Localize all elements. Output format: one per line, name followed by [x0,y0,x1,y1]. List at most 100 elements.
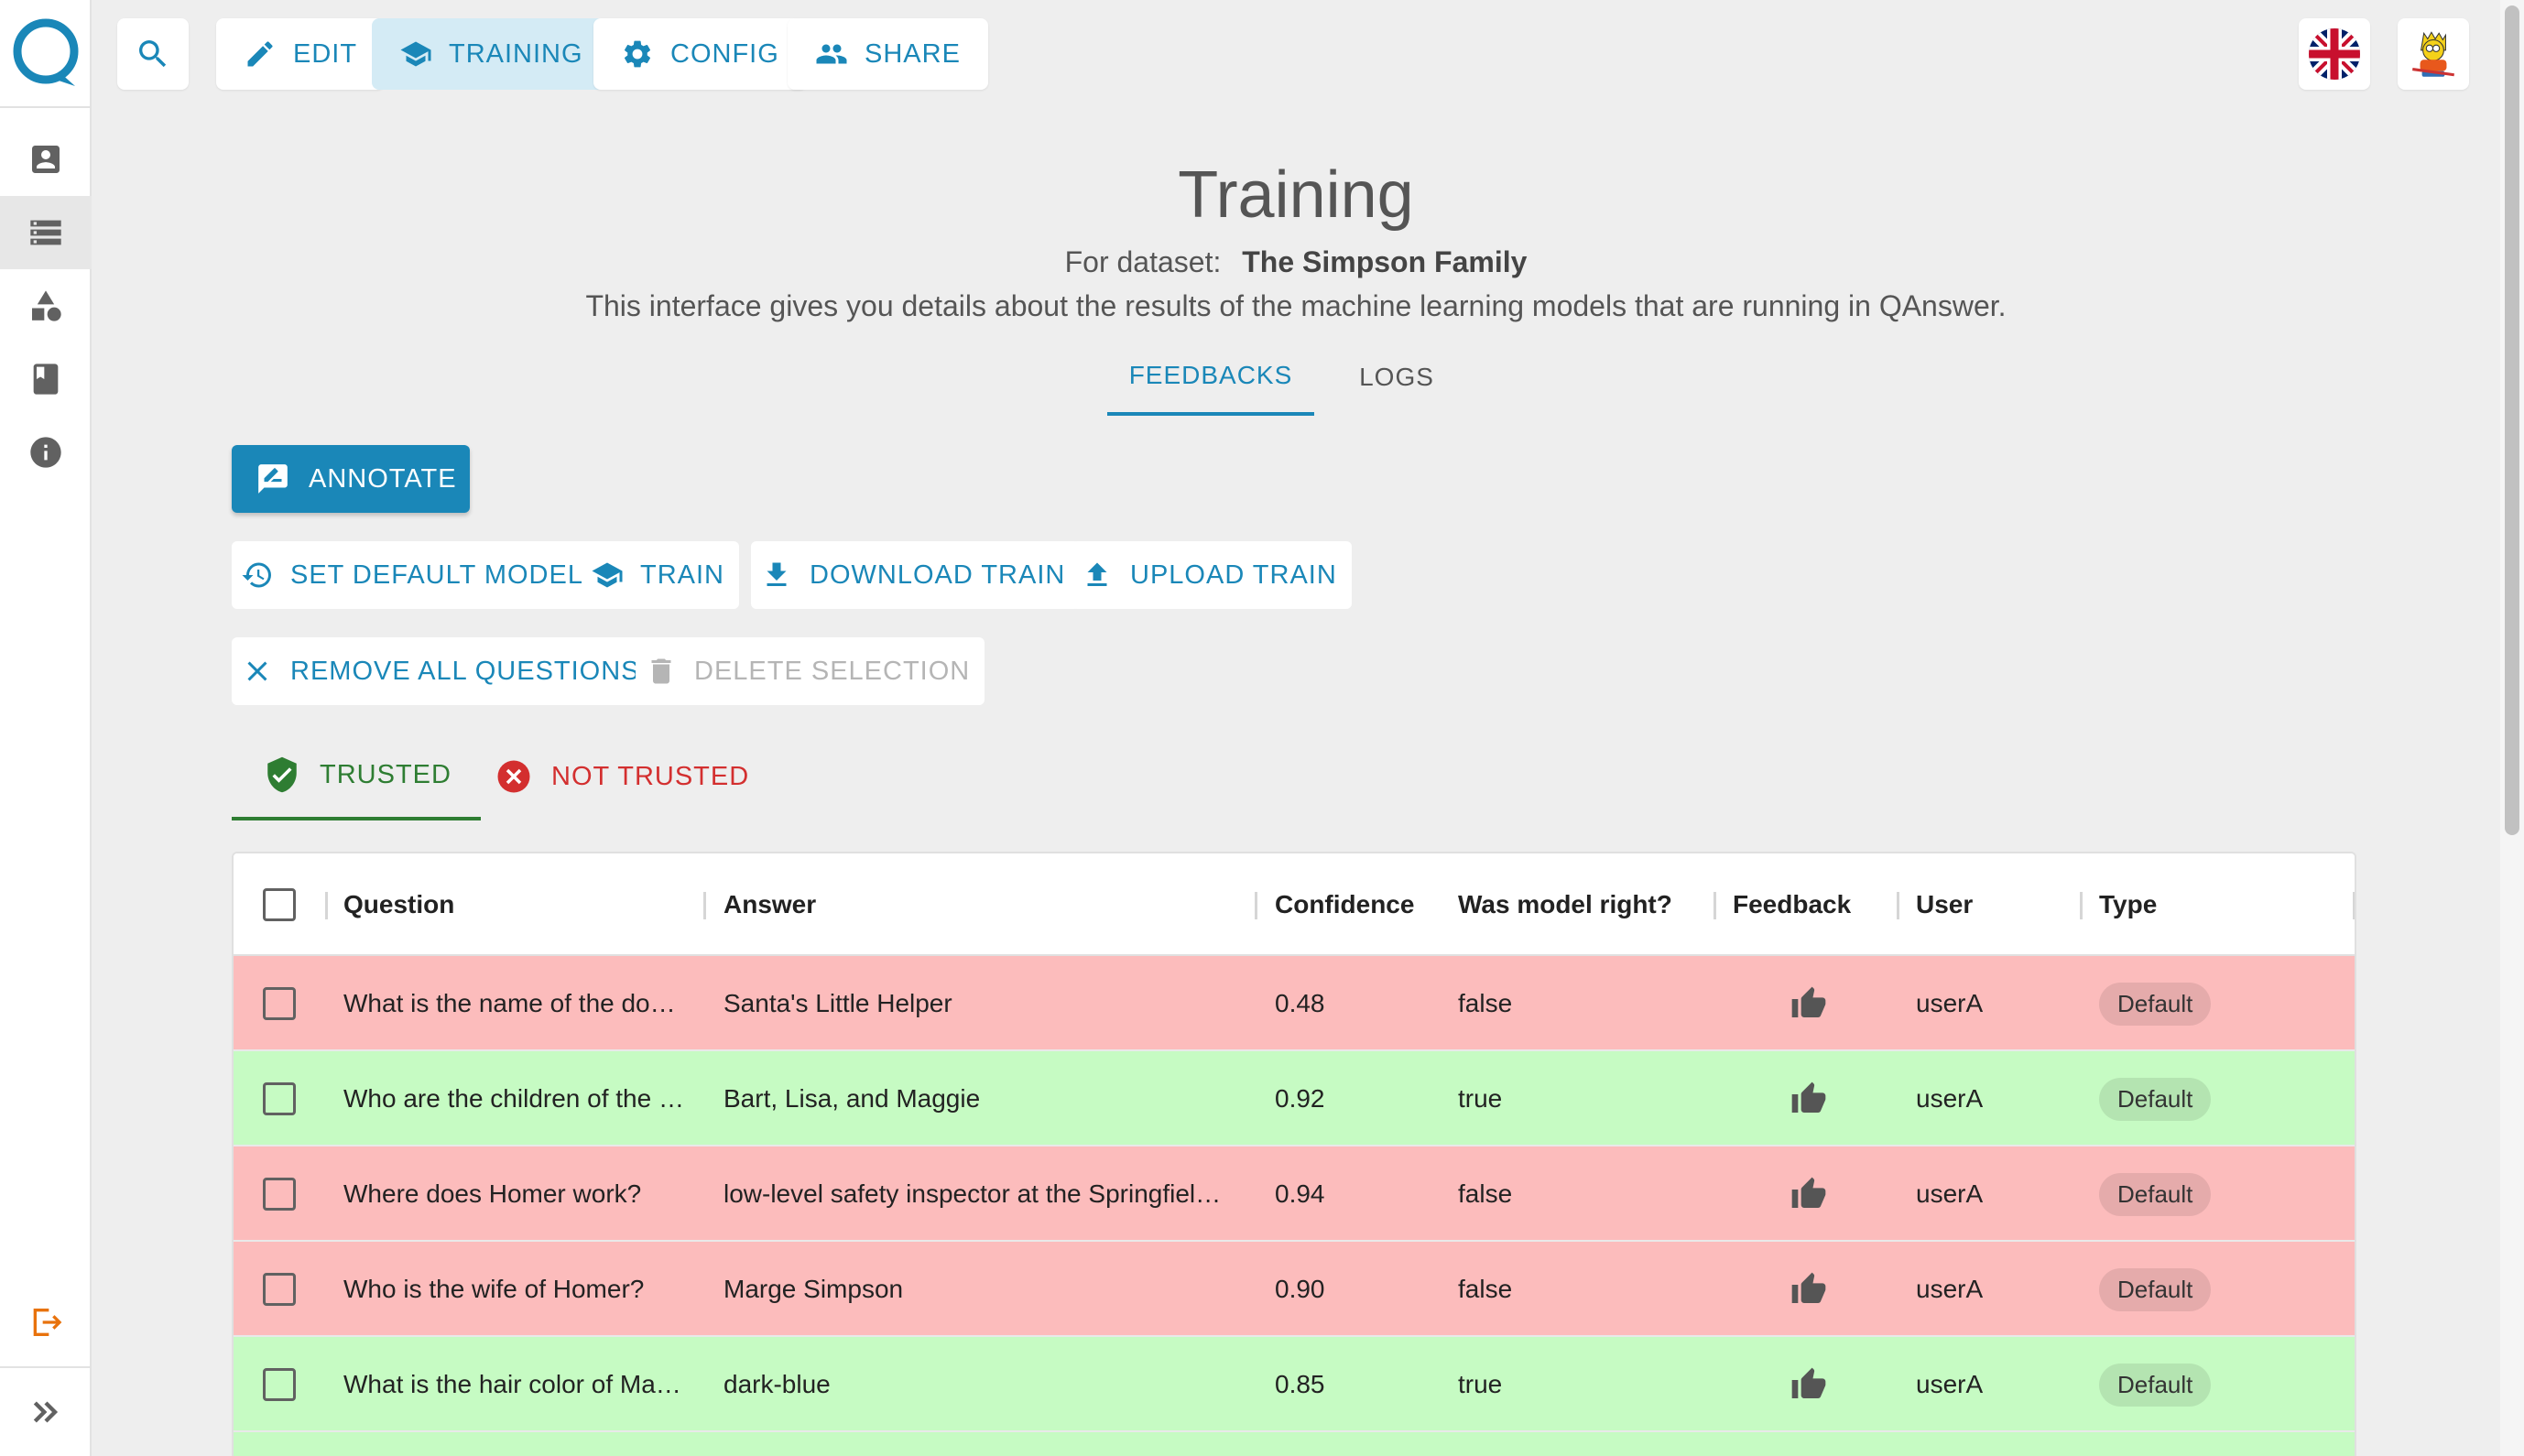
edit-button[interactable]: EDIT [216,18,386,90]
delete-selection-button[interactable]: DELETE SELECTION [636,637,985,705]
type-chip: Default [2099,982,2212,1026]
cell-user: userA [1916,1179,1984,1208]
column-header-feedback[interactable]: Feedback [1733,853,1851,956]
sidebar-divider [0,106,92,108]
cell-type: Default [2099,1146,2212,1242]
table-row-partial[interactable] [234,1432,2355,1456]
sidebar-item-book[interactable] [0,342,92,416]
cell-answer: dark-blue [723,1370,831,1398]
not-trusted-label: NOT TRUSTED [551,761,750,791]
column-header-user[interactable]: User [1916,853,1973,956]
info-icon [30,437,61,468]
column-separator [325,892,328,919]
table-row[interactable]: Who is the wife of Homer? Marge Simpson … [234,1242,2355,1337]
type-chip: Default [2099,1172,2212,1216]
training-button[interactable]: TRAINING [372,18,611,90]
cell-feedback [1790,1146,1827,1242]
cell-answer: Marge Simpson [723,1275,904,1303]
page-scrollbar-thumb[interactable] [2505,5,2519,835]
table-header: Question Answer Confidence Was model rig… [234,853,2355,956]
cell-answer: Santa's Little Helper [723,989,952,1017]
logout-icon [33,1309,62,1336]
cell-was-model-right: true [1458,1370,1503,1398]
trash-icon [651,658,671,684]
tab-logs[interactable]: LOGS [1337,339,1456,416]
row-checkbox[interactable] [263,1178,296,1211]
page-description: This interface gives you details about t… [585,289,2007,322]
cell-was-model-right: false [1458,1275,1513,1303]
config-label: CONFIG [670,38,779,69]
column-separator [1713,892,1716,919]
tab-feedbacks[interactable]: FEEDBACKS [1107,339,1314,416]
qanswer-logo[interactable] [11,16,81,88]
account-box-icon [32,146,60,173]
download-train-label: DOWNLOAD TRAIN [810,560,1066,590]
row-checkbox[interactable] [263,1368,296,1401]
annotate-button[interactable]: ANNOTATE [232,445,470,513]
config-button[interactable]: CONFIG [593,18,807,90]
logout-button[interactable] [0,1286,92,1359]
sidebar-item-info[interactable] [0,416,92,489]
table-row[interactable]: What is the name of the do… Santa's Litt… [234,956,2355,1051]
expand-sidebar-button[interactable] [0,1375,92,1449]
type-chip: Default [2099,1363,2212,1407]
cell-confidence: 0.48 [1275,989,1325,1017]
avatar [2412,31,2454,77]
search-button[interactable] [117,18,189,90]
column-separator [1255,892,1257,919]
cell-user: userA [1916,1370,1984,1398]
column-header-confidence[interactable]: Confidence [1275,853,1414,956]
trusted-label: TRUSTED [320,759,451,789]
cell-type: Default [2099,1051,2212,1146]
set-default-model-button[interactable]: SET DEFAULT MODEL [232,541,598,609]
cell-question: What is the hair color of Ma… [343,1370,681,1398]
user-avatar-button[interactable] [2398,18,2469,90]
tab-not-trusted[interactable]: NOT TRUSTED [495,733,749,820]
upload-train-button[interactable]: UPLOAD TRAIN [1072,541,1352,609]
sidebar [0,0,92,1456]
cell-answer: low-level safety inspector at the Spring… [723,1179,1222,1208]
delete-selection-label: DELETE SELECTION [694,656,971,686]
cell-user: userA [1916,989,1984,1017]
train-button[interactable]: TRAIN [582,541,739,609]
tab-trusted[interactable]: TRUSTED [232,733,481,820]
cell-was-model-right: false [1458,1179,1513,1208]
thumb-up-icon [1791,1081,1826,1113]
cell-question: Who is the wife of Homer? [343,1275,645,1303]
column-header-was-model-right[interactable]: Was model right? [1458,853,1672,956]
sidebar-item-shapes[interactable] [0,269,92,342]
table-row[interactable]: Who are the children of the … Bart, Lisa… [234,1051,2355,1146]
table-row[interactable]: Where does Homer work? low-level safety … [234,1146,2355,1242]
column-header-answer[interactable]: Answer [723,853,816,956]
cell-confidence: 0.85 [1275,1370,1325,1398]
language-button[interactable] [2299,18,2370,90]
share-button[interactable]: SHARE [788,18,988,90]
sidebar-item-profile[interactable] [0,123,92,196]
remove-all-questions-button[interactable]: REMOVE ALL QUESTIONS [232,637,655,705]
page-title: Training [1178,158,1414,232]
download-train-button[interactable]: DOWNLOAD TRAIN [751,541,1081,609]
row-checkbox[interactable] [263,1273,296,1306]
column-header-question[interactable]: Question [343,853,454,956]
cell-type: Default [2099,1337,2212,1432]
edit-label: EDIT [293,38,358,69]
close-icon [247,661,267,681]
thumb-up-icon [1791,1177,1826,1208]
table-row[interactable]: What is the hair color of Ma… dark-blue … [234,1337,2355,1432]
row-checkbox[interactable] [263,1082,296,1115]
cell-feedback [1790,1337,1827,1432]
column-header-type[interactable]: Type [2099,853,2157,956]
row-checkbox[interactable] [263,987,296,1020]
cell-question: Who are the children of the … [343,1084,684,1113]
sidebar-item-datasets[interactable] [0,196,92,269]
select-all-checkbox[interactable] [263,888,296,921]
school-icon [400,41,431,67]
double-chevron-right-icon [33,1401,59,1423]
cell-answer: Bart, Lisa, and Maggie [723,1084,981,1113]
set-default-model-label: SET DEFAULT MODEL [290,560,583,590]
dataset-name: The Simpson Family [1242,245,1528,278]
cell-feedback [1790,956,1827,1051]
search-icon [139,40,167,68]
cell-was-model-right: true [1458,1084,1503,1113]
rate-review-icon [258,464,288,494]
